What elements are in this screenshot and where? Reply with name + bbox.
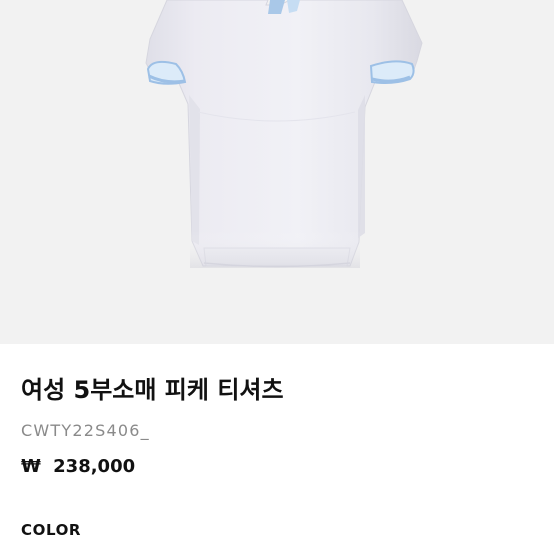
product-code: CWTY22S406_ (21, 421, 150, 440)
color-option-label: COLOR (21, 521, 82, 539)
currency-symbol: ₩ (21, 456, 41, 477)
product-image-panel (0, 0, 554, 344)
price-value: 238,000 (53, 456, 136, 477)
polo-shirt-image (0, 0, 554, 344)
product-title: 여성 5부소매 피케 티셔츠 (21, 376, 284, 404)
product-price: ₩ 238,000 (21, 456, 135, 477)
